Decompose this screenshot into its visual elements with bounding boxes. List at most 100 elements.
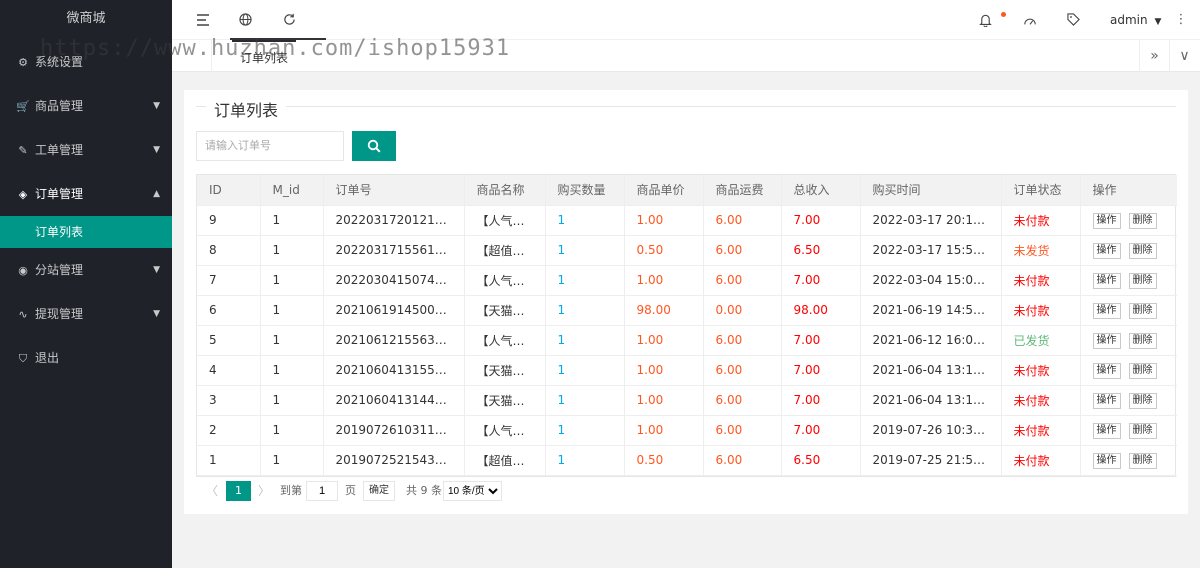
search-button[interactable] xyxy=(352,131,396,161)
cell-order-no: 20210604131559168 xyxy=(323,355,465,386)
cell-actions: 操作 删除 xyxy=(1080,385,1177,416)
chevron-right-icon[interactable]: 〉 xyxy=(256,482,272,499)
cell-actions: 操作 删除 xyxy=(1080,355,1177,386)
page-current[interactable]: 1 xyxy=(226,481,251,501)
page-unit-label: 页 xyxy=(345,484,356,497)
table-row: 7 1 20220304150741590 【人气销量】 1 1.00 6.00 7.00 20… xyxy=(197,265,1177,296)
cell-id: 6 xyxy=(197,295,261,326)
cell-actions: 操作 删除 xyxy=(1080,415,1177,446)
card-title-divider: 订单列表 xyxy=(196,97,1176,121)
column-header: 商品名称 xyxy=(464,175,546,206)
cell-actions: 操作 删除 xyxy=(1080,205,1177,236)
cell-actions: 操作 删除 xyxy=(1080,265,1177,296)
delete-button[interactable]: 删除 xyxy=(1128,362,1157,379)
delete-button[interactable]: 删除 xyxy=(1128,212,1157,229)
nav-order-management[interactable]: ◈ 订单管理 ▲ xyxy=(0,172,172,216)
menu-toggle-icon[interactable] xyxy=(188,0,218,40)
column-header: 总收入 xyxy=(781,175,861,206)
notification-dot xyxy=(1001,12,1006,17)
operate-button[interactable]: 操作 xyxy=(1092,392,1121,409)
card-title: 订单列表 xyxy=(206,97,287,121)
nav-withdraw-management[interactable]: ∿ 提现管理 ▼ xyxy=(0,292,172,336)
goto-confirm-button[interactable]: 确定 xyxy=(363,481,395,501)
tabs-prev-button[interactable] xyxy=(172,40,212,72)
nav-product-management[interactable]: 🛒 商品管理 ▼ xyxy=(0,84,172,128)
branch-management-icon: ◉ xyxy=(18,264,28,277)
cell-price: 1.00 xyxy=(624,415,704,446)
operate-button[interactable]: 操作 xyxy=(1092,242,1121,259)
cell-product: 【超值捡漏】 xyxy=(464,445,546,476)
nav-branch-management[interactable]: ◉ 分站管理 ▼ xyxy=(0,248,172,292)
goto-page-input[interactable] xyxy=(306,481,338,501)
operate-button[interactable]: 操作 xyxy=(1092,422,1121,439)
cell-qty: 1 xyxy=(545,325,625,356)
refresh-icon[interactable] xyxy=(274,0,304,40)
nav-sub-order-list[interactable]: 订单列表 xyxy=(0,216,172,248)
operate-button[interactable]: 操作 xyxy=(1092,362,1121,379)
order-list-card: 订单列表 IDM_id订单号商品名称购买数量商品单价商品运费总收入购买时间订单状… xyxy=(184,90,1188,514)
cell-time: 2021-06-04 13:15:58 xyxy=(860,355,1002,386)
nav-logout[interactable]: ⛉ 退出 xyxy=(0,336,172,380)
delete-button[interactable]: 删除 xyxy=(1128,392,1157,409)
operate-button[interactable]: 操作 xyxy=(1092,302,1121,319)
delete-button[interactable]: 删除 xyxy=(1128,452,1157,469)
chevron-down-icon: ▼ xyxy=(153,265,160,275)
page-size-select[interactable]: 10 条/页 xyxy=(443,481,502,501)
chevron-down-icon: ▼ xyxy=(1154,17,1162,27)
user-menu[interactable]: admin ▼ xyxy=(1110,0,1161,40)
delete-button[interactable]: 删除 xyxy=(1128,272,1157,289)
cell-total: 6.50 xyxy=(781,235,861,266)
delete-button[interactable]: 删除 xyxy=(1128,422,1157,439)
cell-order-no: 20220317201215128 xyxy=(323,205,465,236)
column-header: 操作 xyxy=(1080,175,1177,206)
cell-product: 【天猫优选】 xyxy=(464,385,546,416)
delete-button[interactable]: 删除 xyxy=(1128,332,1157,349)
cell-total: 6.50 xyxy=(781,445,861,476)
cell-time: 2022-03-04 15:07:41 xyxy=(860,265,1002,296)
more-icon[interactable]: ⋮ xyxy=(1166,0,1196,40)
operate-button[interactable]: 操作 xyxy=(1092,452,1121,469)
sidebar: 微商城 ⚙ 系统设置 🛒 商品管理 ▼ ✎ 工单管理 ▼ ◈ 订单管理 ▲ 订单列表 ◉ 分站管理 ▼ ∿ 提现… xyxy=(0,0,172,568)
delete-button[interactable]: 删除 xyxy=(1128,242,1157,259)
cell-mid: 1 xyxy=(260,265,324,296)
cell-mid: 1 xyxy=(260,295,324,326)
cell-product: 【超值捡漏】 xyxy=(464,235,546,266)
order-search-input[interactable] xyxy=(196,131,344,161)
table-row: 4 1 20210604131559168 【天猫优选】 1 1.00 6.00 7.00 20… xyxy=(197,355,1177,386)
globe-icon[interactable] xyxy=(230,0,260,40)
nav-ticket-management[interactable]: ✎ 工单管理 ▼ xyxy=(0,128,172,172)
cell-mid: 1 xyxy=(260,355,324,386)
status-badge: 未付款 xyxy=(1001,445,1081,476)
cell-mid: 1 xyxy=(260,415,324,446)
tag-icon[interactable] xyxy=(1058,0,1088,40)
cell-product: 【人气销量】 xyxy=(464,325,546,356)
nav-system-settings[interactable]: ⚙ 系统设置 xyxy=(0,40,172,84)
nav-label: 系统设置 xyxy=(35,55,84,69)
dashboard-icon[interactable] xyxy=(1015,0,1045,40)
double-chevron-right-icon[interactable]: » xyxy=(1139,40,1169,72)
cell-time: 2019-07-26 10:31:17 xyxy=(860,415,1002,446)
status-badge: 未付款 xyxy=(1001,295,1081,326)
cell-qty: 1 xyxy=(545,385,625,416)
operate-button[interactable]: 操作 xyxy=(1092,212,1121,229)
status-badge: 未付款 xyxy=(1001,205,1081,236)
bell-icon[interactable] xyxy=(970,0,1000,40)
chevron-down-icon[interactable]: ∨ xyxy=(1169,40,1199,72)
operate-button[interactable]: 操作 xyxy=(1092,332,1121,349)
cell-price: 1.00 xyxy=(624,385,704,416)
cell-price: 98.00 xyxy=(624,295,704,326)
delete-button[interactable]: 删除 xyxy=(1128,302,1157,319)
status-badge: 未付款 xyxy=(1001,415,1081,446)
chevron-left-icon[interactable]: 〈 xyxy=(204,482,220,499)
cell-qty: 1 xyxy=(545,265,625,296)
cell-mid: 1 xyxy=(260,325,324,356)
tab-order-list[interactable]: 订单列表 xyxy=(232,40,297,72)
status-badge: 未付款 xyxy=(1001,355,1081,386)
cell-qty: 1 xyxy=(545,295,625,326)
cell-id: 8 xyxy=(197,235,261,266)
cell-price: 0.50 xyxy=(624,235,704,266)
cell-freight: 6.00 xyxy=(703,205,782,236)
table-row: 2 1 20190726103117682 【人气销量】 1 1.00 6.00 7.00 20… xyxy=(197,415,1177,446)
cell-id: 1 xyxy=(197,445,261,476)
operate-button[interactable]: 操作 xyxy=(1092,272,1121,289)
